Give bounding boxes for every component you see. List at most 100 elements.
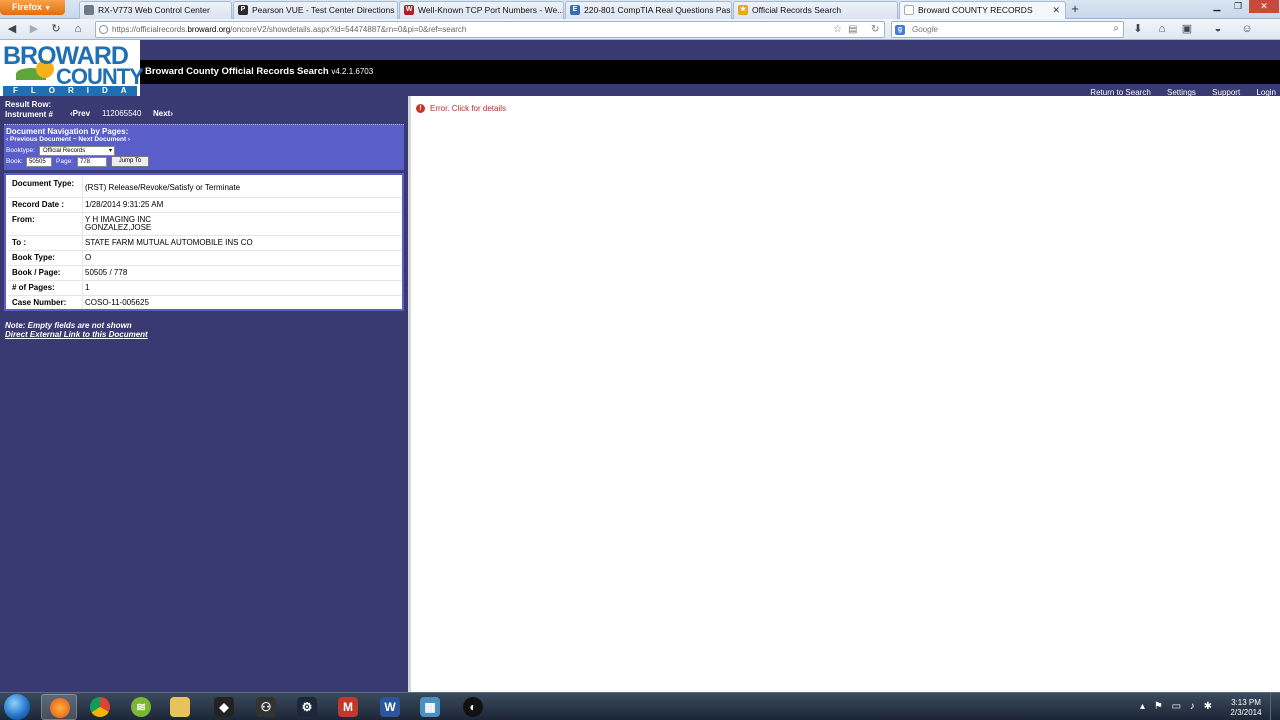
gaming-taskbar-button[interactable]: ⚇ [248, 694, 284, 720]
word-taskbar-button[interactable]: W [372, 694, 408, 720]
reload-icon[interactable]: ↻ [48, 22, 64, 37]
maximize-button[interactable]: ❐ [1227, 0, 1249, 13]
tab-label: Well-Known TCP Port Numbers - We... [418, 5, 564, 15]
spotify-taskbar-button[interactable]: ≋ [123, 694, 159, 720]
instrument-number: 112065540 [102, 109, 142, 118]
support-link[interactable]: Support [1212, 88, 1240, 97]
tray-expand-icon[interactable]: ▴ [1140, 701, 1145, 712]
tab-official-records-search[interactable]: ★ Official Records Search [733, 1, 898, 19]
app-tray-icon[interactable]: ✱ [1204, 701, 1212, 712]
close-tab-icon[interactable]: ✕ [1052, 5, 1060, 16]
detail-row-case-number: Case Number: COSO-11-005625 [8, 296, 402, 309]
pocket-icon[interactable]: ◒ [1211, 22, 1225, 36]
clock-date: 2/3/2014 [1230, 708, 1262, 717]
refresh-icon[interactable]: ↻ [871, 24, 879, 35]
network-icon[interactable]: ▭ [1172, 701, 1181, 712]
navigation-toolbar: ◀ ▶ ↻ ⌂ https://officialrecords.broward.… [0, 19, 1280, 40]
identity-icon[interactable]: ⌂ [70, 22, 86, 37]
page-input[interactable]: 778 [77, 157, 107, 167]
bookmark-star-icon[interactable]: ☆ [833, 24, 842, 35]
prev-link[interactable]: ‹Prev [70, 109, 90, 118]
arrow-right-icon: › [170, 109, 174, 118]
remote-desktop-icon: ▦ [420, 697, 440, 717]
jump-to-button[interactable]: Jump To [111, 156, 149, 167]
next-link[interactable]: Next› [153, 109, 173, 118]
bookmarks-icon[interactable]: ▣ [1180, 22, 1194, 36]
book-input[interactable]: 50505 [26, 157, 52, 167]
broward-county-logo[interactable]: BROWARD COUNTY FLORIDA [0, 40, 144, 96]
search-icon[interactable]: ⌕ [1113, 23, 1119, 34]
tab-label: Official Records Search [752, 5, 842, 15]
volume-icon[interactable]: ♪ [1190, 701, 1195, 712]
remote-desktop-taskbar-button[interactable]: ▦ [412, 694, 448, 720]
column-divider [82, 281, 83, 295]
back-arrow-icon[interactable]: ◀ [4, 22, 20, 37]
column-divider [82, 251, 83, 265]
detail-row-to: To : STATE FARM MUTUAL AUTOMOBILE INS CO [8, 236, 402, 251]
detail-value: 50505 / 778 [85, 268, 128, 277]
tab-comptia[interactable]: E 220-801 CompTIA Real Questions Pas... [565, 1, 732, 19]
web-page: BROWARD COUNTY FLORIDA Broward County Of… [0, 40, 1280, 692]
tab-label: 220-801 CompTIA Real Questions Pas... [584, 5, 732, 15]
result-row-label: Result Row: [5, 100, 52, 109]
direct-external-link[interactable]: Direct External Link to this Document [5, 330, 148, 339]
show-desktop-button[interactable] [1270, 693, 1280, 720]
m-app-taskbar-button[interactable]: M [330, 694, 366, 720]
tab-rx-v773[interactable]: RX-V773 Web Control Center [79, 1, 232, 19]
detail-value: 1 [85, 283, 90, 292]
firefox-menu-label: Firefox [12, 2, 43, 12]
tab-pearson-vue[interactable]: P Pearson VUE - Test Center Directions [233, 1, 398, 19]
forward-arrow-icon[interactable]: ▶ [26, 22, 42, 37]
login-link[interactable]: Login [1256, 88, 1276, 97]
steam-taskbar-button[interactable]: ⚙ [289, 694, 325, 720]
tab-tcp-ports[interactable]: W Well-Known TCP Port Numbers - We... [399, 1, 564, 19]
settings-link[interactable]: Settings [1167, 88, 1196, 97]
start-button[interactable] [4, 694, 30, 720]
app-title: Broward County Official Records Search v… [145, 66, 373, 77]
booktype-select[interactable]: Official Records ▾ [39, 146, 115, 156]
media-icon: ◐ [463, 697, 483, 717]
fox-app-icon: ◆ [214, 697, 234, 717]
detail-value: COSO-11-005625 [85, 298, 149, 307]
addon-icon[interactable]: ☺ [1240, 22, 1254, 36]
clock-time: 3:13 PM [1231, 698, 1261, 707]
column-divider [82, 213, 83, 235]
download-icon[interactable]: ⬇ [1131, 22, 1145, 36]
firefox-menu-button[interactable]: Firefox ▾ [0, 0, 65, 15]
column-divider [82, 266, 83, 280]
detail-label: Document Type: [12, 179, 75, 188]
media-taskbar-button[interactable]: ◐ [455, 694, 491, 720]
url-text: https://officialrecords.broward.org/onco… [112, 25, 466, 34]
prev-next-document-links[interactable]: ‹ Previous Document ~ Next Document › [6, 136, 130, 143]
new-tab-button[interactable]: + [1066, 2, 1084, 18]
search-placeholder: Google [912, 25, 938, 34]
chrome-taskbar-button[interactable] [82, 694, 118, 720]
detail-row-from: From: Y H IMAGING INC GONZALEZ,JOSE [8, 213, 402, 236]
column-divider [82, 236, 83, 250]
flag-icon[interactable]: ⚑ [1154, 701, 1163, 712]
system-clock[interactable]: 3:13 PM 2/3/2014 [1228, 698, 1264, 718]
detail-row-num-pages: # of Pages: 1 [8, 281, 402, 296]
prev-label: Prev [72, 109, 91, 118]
system-tray: ▴ ⚑ ▭ ♪ ✱ [1140, 701, 1218, 712]
close-window-button[interactable]: ✕ [1249, 0, 1279, 13]
explorer-taskbar-button[interactable] [162, 694, 198, 720]
column-divider [82, 198, 83, 212]
home-icon[interactable]: ⌂ [1155, 22, 1169, 36]
firefox-taskbar-button[interactable] [41, 694, 77, 720]
pearson-icon: P [238, 5, 248, 15]
booktype-label: Booktype: [6, 147, 35, 154]
minimize-button[interactable]: ▁ [1206, 0, 1228, 13]
header-links: Return to Search Settings Support Login [1076, 88, 1276, 97]
reader-icon[interactable]: ▤ [848, 24, 857, 35]
return-to-search-link[interactable]: Return to Search [1090, 88, 1150, 97]
search-bar[interactable]: g Google ⌕ [891, 21, 1124, 38]
detail-value: STATE FARM MUTUAL AUTOMOBILE INS CO [85, 238, 253, 247]
fox-app-taskbar-button[interactable]: ◆ [206, 694, 242, 720]
url-bar[interactable]: https://officialrecords.broward.org/onco… [95, 21, 885, 38]
error-text: Error. Click for details [430, 104, 507, 113]
detail-label: # of Pages: [12, 283, 55, 292]
panel-splitter[interactable] [408, 96, 411, 692]
tab-broward-county-records[interactable]: Broward COUNTY RECORDS ✕ [899, 1, 1066, 19]
app-version: v4.2.1.6703 [331, 67, 374, 76]
